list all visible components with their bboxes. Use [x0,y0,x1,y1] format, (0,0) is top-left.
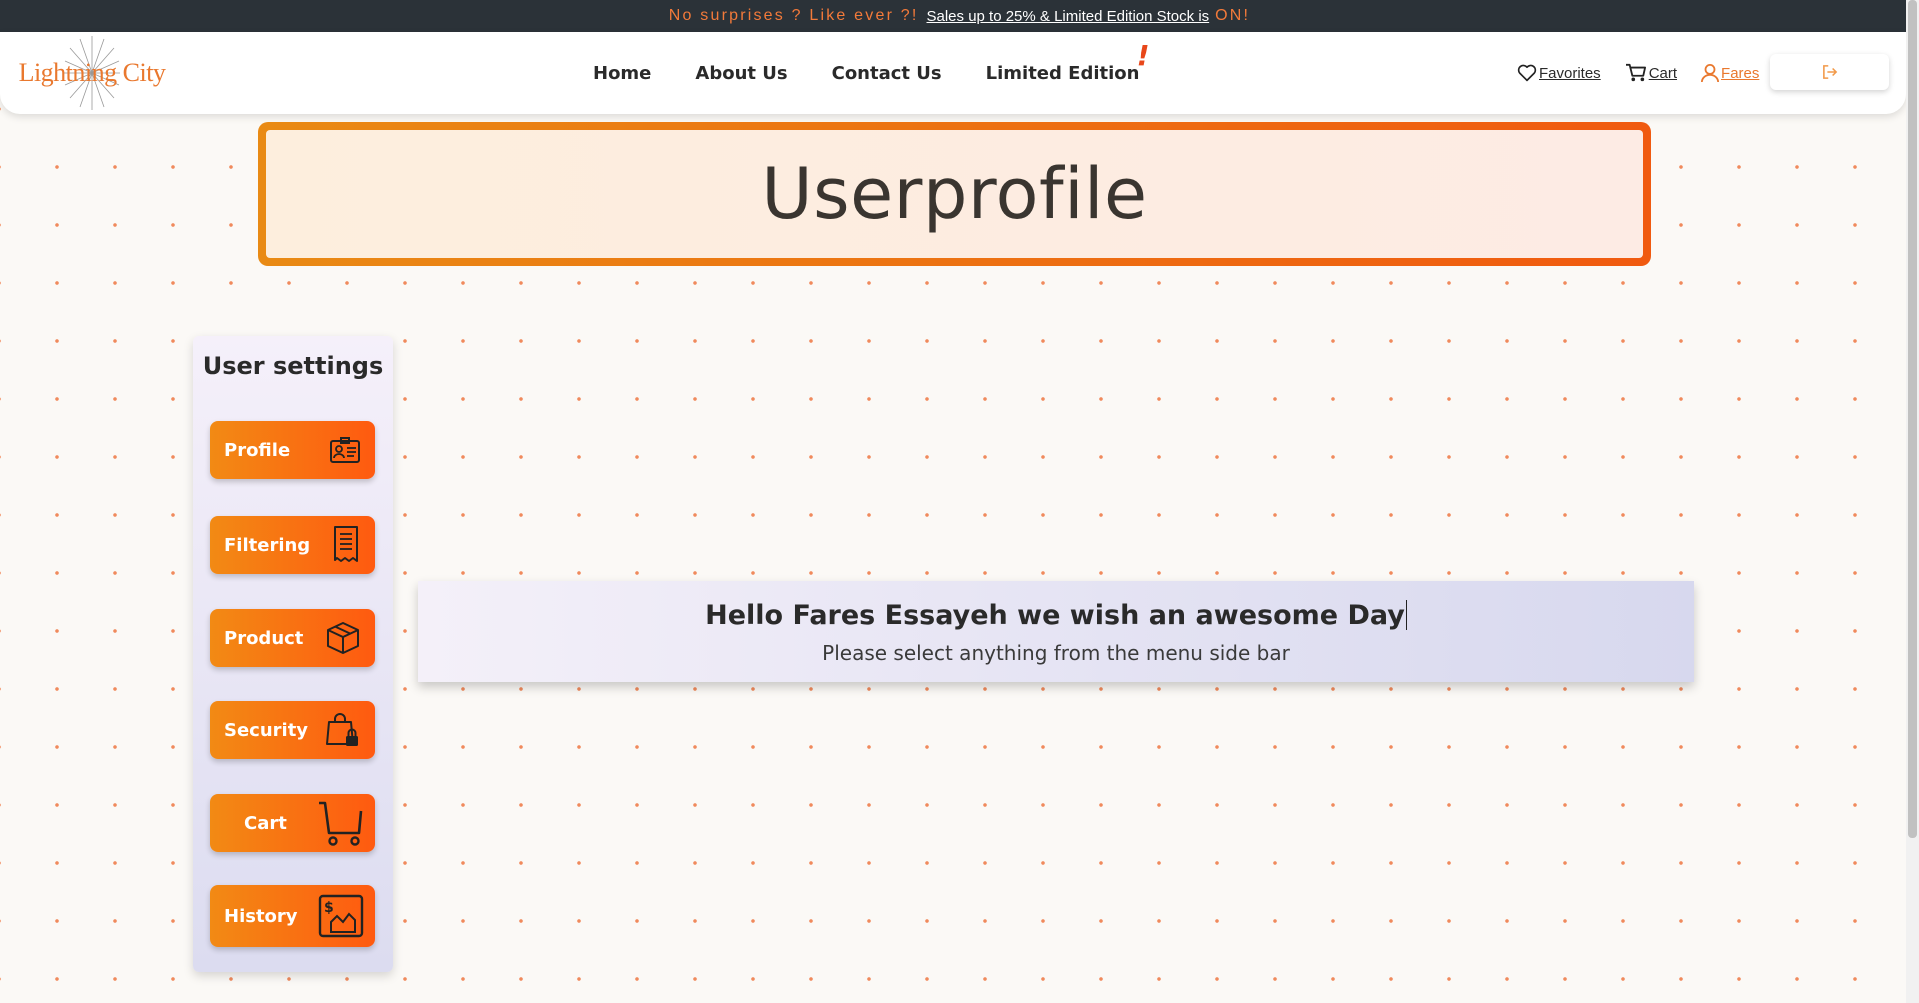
main-nav: Home About Us Contact Us Limited Edition… [593,32,1183,114]
greeting-subtitle: Please select anything from the menu sid… [822,641,1290,665]
promo-text: No surprises ? Like ever ?! [668,7,919,24]
scrollbar-thumb[interactable] [1908,0,1917,838]
logout-icon [1822,65,1837,79]
sidebar-item-label: History [224,905,298,927]
user-label: Fares [1721,64,1760,82]
favorites-label: Favorites [1539,64,1601,82]
sidebar-item-filtering[interactable]: Filtering [210,516,375,574]
sidebar-title: User settings [202,352,384,380]
cart-label: Cart [1648,64,1678,82]
sidebar-item-cart[interactable]: Cart [210,794,375,852]
sidebar-item-history[interactable]: History $ [210,885,375,947]
user-links: Favorites Cart Fares [1517,32,1783,114]
receipt-icon [334,526,358,562]
shopping-cart-icon [319,801,363,846]
greeting-title: Hello Fares Essayeh we wish an awesome D… [418,600,1694,631]
id-card-icon [330,437,360,463]
lock-bag-icon [326,713,358,746]
greeting-card: Hello Fares Essayeh we wish an awesome D… [418,581,1694,682]
site-logo[interactable]: Lightning City [19,34,166,112]
cart-icon [1625,63,1646,82]
page-title-panel: Userprofile [266,130,1643,258]
sidebar-item-product[interactable]: Product [210,609,375,667]
sidebar-item-label: Profile [224,439,291,461]
text-cursor [1405,600,1407,630]
logout-button[interactable] [1770,54,1889,90]
box-icon [327,622,359,654]
heart-icon [1517,64,1537,82]
user-icon [1701,64,1720,83]
sidebar-item-label: Filtering [224,534,311,556]
svg-text:$: $ [324,900,334,916]
cart-link[interactable]: Cart [1625,63,1677,83]
sidebar-item-profile[interactable]: Profile [210,421,375,479]
user-settings-sidebar: User settings Profile Filtering Product [193,336,393,972]
logo-text: Lightning City [18,58,166,87]
favorites-link[interactable]: Favorites [1517,64,1601,82]
sidebar-item-security[interactable]: Security [210,701,375,759]
nav-limited-edition-label: Limited Edition [985,62,1140,84]
nav-home[interactable]: Home [593,63,651,84]
greeting-title-text: Hello Fares Essayeh we wish an awesome D… [705,600,1405,631]
money-history-icon: $ [318,894,364,938]
user-link[interactable]: Fares [1701,63,1759,83]
nav-contact-us[interactable]: Contact Us [832,63,942,84]
promo-sales-link[interactable]: Sales up to 25% & Limited Edition Stock … [927,8,1210,25]
page-title-banner: Userprofile [258,122,1651,266]
nav-about-us[interactable]: About Us [695,63,787,84]
limited-edition-badge: ! [1136,38,1150,72]
promo-on-text: ON! [1215,7,1251,24]
sidebar-item-label: Product [224,627,304,649]
page-title: Userprofile [761,153,1148,235]
sidebar-item-label: Security [224,719,309,741]
site-header: Lightning City Home About Us Contact Us … [0,32,1906,114]
promo-bar: No surprises ? Like ever ?! Sales up to … [0,0,1919,32]
page-scrollbar[interactable] [1906,0,1919,1003]
sidebar-item-label: Cart [244,812,287,834]
nav-limited-edition[interactable]: Limited Edition ! [985,39,1150,84]
